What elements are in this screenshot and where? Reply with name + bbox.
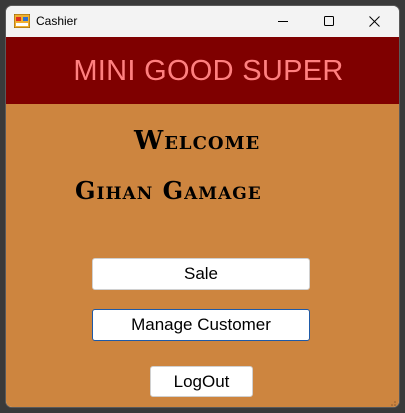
store-banner: MINI GOOD SUPER bbox=[6, 37, 399, 104]
minimize-icon bbox=[278, 16, 289, 27]
close-icon bbox=[369, 16, 380, 27]
sale-button[interactable]: Sale bbox=[92, 258, 310, 290]
title-bar[interactable]: Cashier bbox=[6, 6, 399, 37]
close-button[interactable] bbox=[352, 6, 397, 37]
manage-customer-button[interactable]: Manage Customer bbox=[92, 309, 310, 341]
maximize-icon bbox=[324, 16, 335, 27]
client-area: Welcome Gihan Gamage Sale Manage Custome… bbox=[6, 104, 399, 407]
minimize-button[interactable] bbox=[261, 6, 306, 37]
windows-form-icon bbox=[13, 13, 31, 29]
resize-grip-icon[interactable] bbox=[387, 397, 397, 407]
cashier-window: Cashier MINI GOOD SUPER Welcome Gihan Ga… bbox=[5, 5, 400, 408]
maximize-button[interactable] bbox=[307, 6, 352, 37]
welcome-label: Welcome bbox=[134, 126, 261, 156]
user-name-label: Gihan Gamage bbox=[75, 176, 262, 205]
logout-button[interactable]: LogOut bbox=[150, 366, 253, 397]
store-name: MINI GOOD SUPER bbox=[73, 55, 344, 87]
window-title: Cashier bbox=[36, 14, 78, 28]
